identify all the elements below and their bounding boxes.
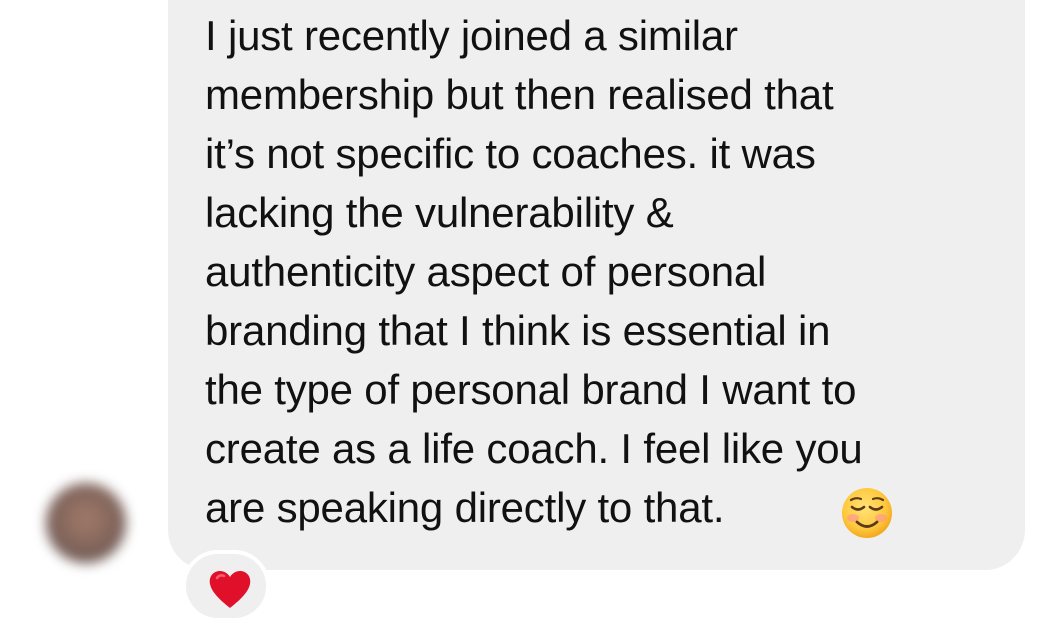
message-line: branding that I think is essential in: [205, 307, 831, 354]
message-line: the type of personal brand I want to: [205, 366, 857, 413]
message-line: membership but then realised that: [205, 71, 834, 118]
avatar[interactable]: [46, 483, 126, 563]
heart-icon: [209, 571, 251, 608]
reaction-badge[interactable]: [182, 550, 270, 622]
message-line: are speaking directly to that.: [205, 484, 725, 531]
message-line: it’s not specific to coaches. it was: [205, 130, 816, 177]
message-line: authenticity aspect of personal: [205, 248, 767, 295]
message-line: lacking the vulnerability &: [205, 189, 674, 236]
message-line: I just recently joined a similar: [205, 12, 738, 59]
message-line: create as a life coach. I feel like you: [205, 425, 863, 472]
smiling-face-icon: [842, 488, 892, 538]
